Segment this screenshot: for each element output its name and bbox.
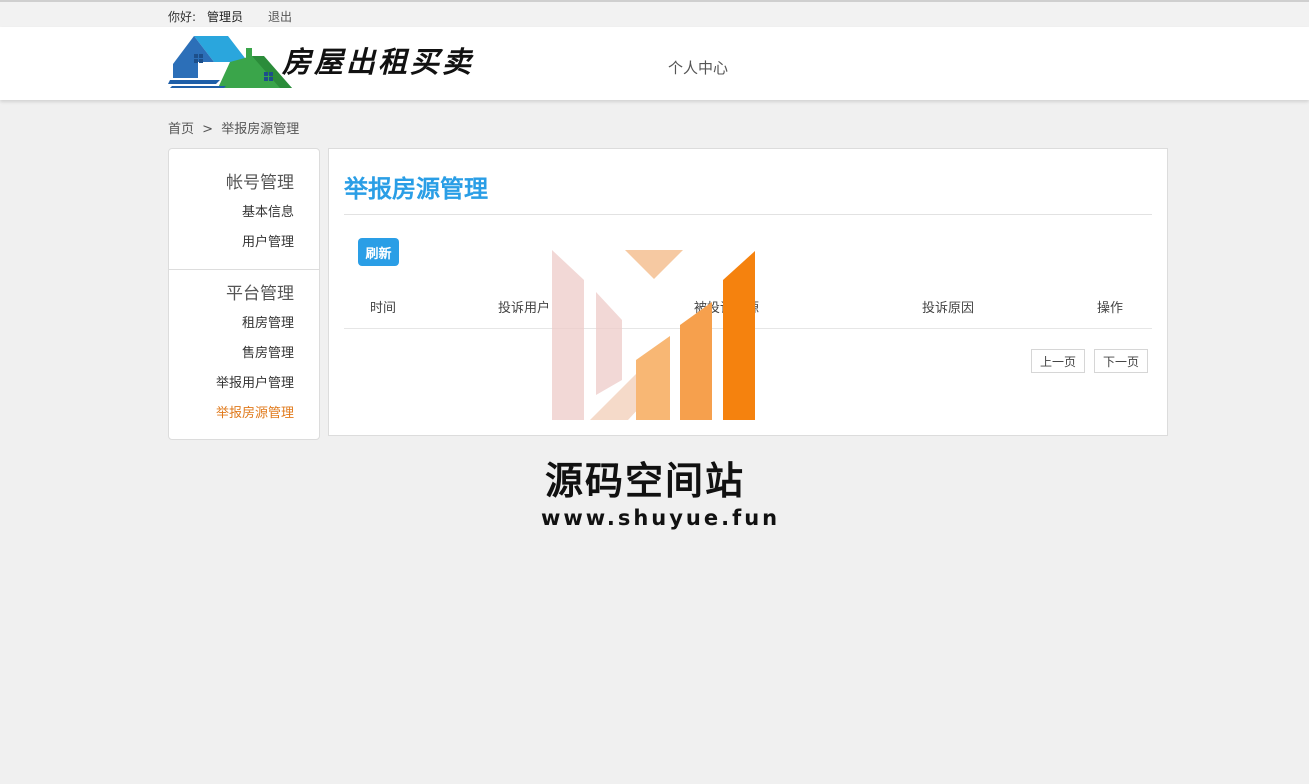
- watermark-chart-icon: [552, 250, 755, 420]
- logout-link[interactable]: 退出: [268, 8, 292, 25]
- title-divider: [344, 214, 1152, 215]
- column-header-complainant: 投诉用户: [498, 301, 551, 316]
- greeting-text: 你好:: [168, 10, 197, 24]
- refresh-button[interactable]: 刷新: [358, 238, 399, 266]
- site-header: 房屋出租买卖 个人中心: [0, 27, 1309, 100]
- sidebar-item-user-management[interactable]: 用户管理: [242, 231, 294, 250]
- sidebar-group-title-platform: 平台管理: [226, 284, 294, 304]
- top-bar: 你好: 管理员 退出: [0, 2, 1309, 27]
- sidebar-divider: [169, 269, 319, 270]
- breadcrumb: 首页 > 举报房源管理: [168, 118, 303, 137]
- watermark-url: www.shuyue.fun: [541, 506, 781, 530]
- breadcrumb-current: 举报房源管理: [221, 122, 300, 137]
- sidebar-item-basic-info[interactable]: 基本信息: [242, 201, 294, 220]
- sidebar-group-title-account: 帐号管理: [226, 173, 294, 193]
- site-title: 房屋出租买卖: [282, 45, 475, 79]
- watermark-title: 源码空间站: [545, 459, 746, 503]
- next-page-button[interactable]: 下一页: [1094, 349, 1148, 373]
- breadcrumb-home[interactable]: 首页: [168, 122, 194, 137]
- column-header-reason: 投诉原因: [922, 301, 975, 316]
- house-logo-icon[interactable]: [168, 34, 294, 88]
- page-title: 举报房源管理: [344, 175, 488, 203]
- sidebar-item-sale-management[interactable]: 售房管理: [242, 342, 294, 361]
- nav-personal-center[interactable]: 个人中心: [668, 57, 728, 78]
- prev-page-button[interactable]: 上一页: [1031, 349, 1085, 373]
- breadcrumb-separator: >: [202, 122, 214, 137]
- sidebar-item-report-listing-management[interactable]: 举报房源管理: [216, 402, 294, 421]
- column-header-time: 时间: [370, 301, 397, 316]
- sidebar-item-rental-management[interactable]: 租房管理: [242, 312, 294, 331]
- username-text: 管理员: [207, 10, 244, 24]
- column-header-actions: 操作: [1097, 301, 1124, 316]
- sidebar-item-report-user-management[interactable]: 举报用户管理: [216, 372, 294, 391]
- sidebar: 帐号管理 基本信息 用户管理 平台管理 租房管理 售房管理 举报用户管理 举报房…: [168, 148, 320, 440]
